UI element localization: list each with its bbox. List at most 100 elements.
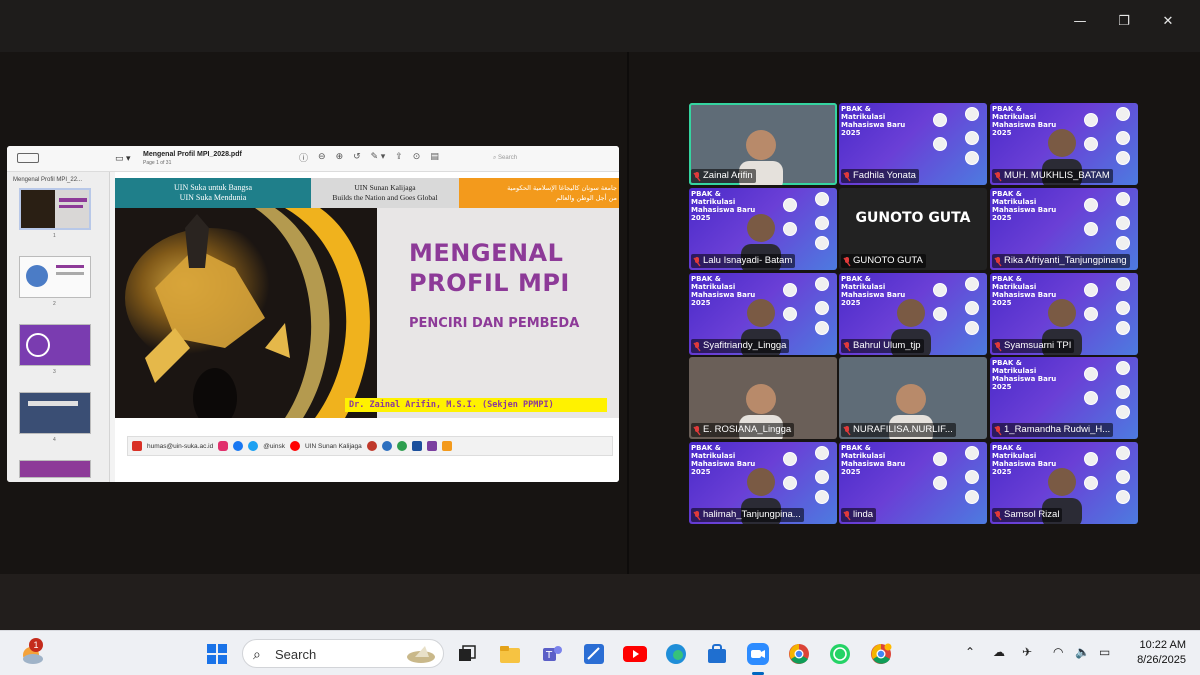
portrait-thumb xyxy=(965,470,979,484)
thumbnail-page-4[interactable] xyxy=(19,392,91,434)
minimize-button[interactable]: — xyxy=(1058,10,1102,32)
show-hidden-icons-button[interactable]: ⌃ xyxy=(965,645,975,659)
taskbar-search-box[interactable]: ⌕ Search xyxy=(242,639,444,668)
youtube-button[interactable] xyxy=(623,642,647,666)
muted-mic-icon xyxy=(994,425,1002,435)
participant-tile[interactable]: PBAK & Matrikulasi Mahasiswa Baru 2025 Sam… xyxy=(990,442,1138,524)
file-explorer-button[interactable] xyxy=(498,642,522,666)
task-view-button[interactable] xyxy=(455,642,479,666)
background-portraits xyxy=(1066,361,1134,419)
thumbnail-number: 3 xyxy=(53,369,56,375)
store-button[interactable] xyxy=(705,642,729,666)
muted-mic-icon xyxy=(994,171,1002,181)
slide-artwork xyxy=(115,208,377,418)
portrait-thumb xyxy=(933,452,947,466)
whatsapp-button[interactable] xyxy=(828,642,852,666)
teams-icon: T xyxy=(543,646,562,661)
zoom-button[interactable] xyxy=(746,642,770,666)
edge-icon xyxy=(666,644,686,664)
participant-tile[interactable]: PBAK & Matrikulasi Mahasiswa Baru 2025 Bah… xyxy=(839,273,987,355)
volume-icon[interactable]: 🔈 xyxy=(1075,645,1090,659)
taskbar-clock[interactable]: 10:22 AM 8/26/2025 xyxy=(1137,638,1186,668)
portrait-thumb xyxy=(965,277,979,291)
slide-author: Dr. Zainal Arifin, M.S.I. (Sekjen PPMPI) xyxy=(345,398,607,412)
portrait-thumb xyxy=(1116,405,1130,419)
thumbnail-page-3[interactable] xyxy=(19,324,91,366)
participant-tile[interactable]: PBAK & Matrikulasi Mahasiswa Baru 2025 Rik… xyxy=(990,188,1138,270)
participant-tile[interactable]: PBAK & Matrikulasi Mahasiswa Baru 2025 hal… xyxy=(689,442,837,524)
page-view-icon[interactable]: ▭ ▾ xyxy=(115,153,131,164)
chrome-icon xyxy=(789,644,809,664)
participant-tile[interactable]: NURAFILISA.NURLIF... xyxy=(839,357,987,439)
app-button[interactable] xyxy=(582,642,606,666)
participant-tile[interactable]: PBAK & Matrikulasi Mahasiswa Baru 2025 MUH… xyxy=(990,103,1138,185)
participant-tile[interactable]: E. ROSIANA_Lingga xyxy=(689,357,837,439)
participant-tile[interactable]: Zainal Arifin xyxy=(689,103,837,185)
close-button[interactable]: ✕ xyxy=(1146,10,1190,32)
participant-name-label: Rika Afriyanti_Tanjungpinang xyxy=(992,254,1130,268)
portrait-thumb xyxy=(1116,321,1130,335)
stage-divider[interactable] xyxy=(627,52,629,574)
restore-button[interactable]: ❐ xyxy=(1102,10,1146,32)
share-icon[interactable]: ⇪ xyxy=(395,151,403,164)
portrait-thumb xyxy=(1084,222,1098,236)
onedrive-icon[interactable]: ☁ xyxy=(993,645,1005,659)
facebook-icon xyxy=(233,441,244,451)
thumbnail-page-1[interactable] xyxy=(19,188,91,230)
participant-tile[interactable]: PBAK & Matrikulasi Mahasiswa Baru 2025 Sya… xyxy=(689,273,837,355)
participant-tile[interactable]: PBAK & Matrikulasi Mahasiswa Baru 2025 Fad… xyxy=(839,103,987,185)
language-icon[interactable]: ✈ xyxy=(1022,645,1032,659)
participant-name-label: Samsol Rizal xyxy=(992,508,1063,522)
chrome-profile-button[interactable] xyxy=(869,642,893,666)
teams-button[interactable]: T xyxy=(540,642,564,666)
participant-name-label: E. ROSIANA_Lingga xyxy=(691,423,795,437)
portrait-thumb xyxy=(965,301,979,315)
meeting-bottom-area xyxy=(0,574,1200,630)
muted-mic-icon xyxy=(843,425,851,435)
zoom-in-icon[interactable]: ⊕ xyxy=(336,151,344,164)
portrait-thumb xyxy=(815,216,829,230)
portrait-thumb xyxy=(965,151,979,165)
info-icon[interactable]: ⓘ xyxy=(299,151,308,164)
thumbnail-page-5[interactable] xyxy=(19,460,91,478)
participant-tile[interactable]: PBAK & Matrikulasi Mahasiswa Baru 2025 1_R… xyxy=(990,357,1138,439)
virtual-background-card: PBAK & Matrikulasi Mahasiswa Baru 2025 xyxy=(841,105,906,137)
portrait-thumb xyxy=(1116,107,1130,121)
pdf-thumbnail-sidebar: Mengenal Profil MPI_22... 1 2 3 4 xyxy=(7,172,110,482)
participant-tile[interactable]: GUNOTO GUTA GUNOTO GUTA xyxy=(839,188,987,270)
virtual-background-card: PBAK & Matrikulasi Mahasiswa Baru 2025 xyxy=(992,190,1057,222)
participant-video-grid: Zainal Arifin PBAK & Matrikulasi Mahasiswa… xyxy=(689,103,1141,525)
muted-mic-icon xyxy=(994,341,1002,351)
participant-tile[interactable]: PBAK & Matrikulasi Mahasiswa Baru 2025 Sya… xyxy=(990,273,1138,355)
portrait-thumb xyxy=(1116,236,1130,250)
participant-name-label: MUH. MUKHLIS_BATAM xyxy=(992,169,1113,183)
shared-screen-pdf-viewer: ▭ ▾ Mengenal Profil MPI_2028.pdf Page 1 … xyxy=(7,146,619,482)
participant-name-label: NURAFILISA.NURLIF... xyxy=(841,423,956,437)
zoom-out-icon[interactable]: ⊖ xyxy=(318,151,326,164)
partner-logo-icon xyxy=(441,441,452,451)
battery-icon[interactable]: ▭ xyxy=(1099,645,1110,659)
wifi-icon[interactable]: ◠ xyxy=(1053,645,1063,659)
muted-mic-icon xyxy=(843,171,851,181)
sidebar-toggle-button[interactable] xyxy=(17,153,39,163)
start-button[interactable] xyxy=(205,642,229,666)
youtube-icon xyxy=(290,441,300,451)
search-highlight-icon xyxy=(407,646,435,663)
muted-mic-icon xyxy=(843,510,851,520)
thumbnail-page-2[interactable] xyxy=(19,256,91,298)
rotate-icon[interactable]: ↺ xyxy=(353,151,361,164)
partner-logo-icon xyxy=(426,441,437,451)
virtual-background-card: PBAK & Matrikulasi Mahasiswa Baru 2025 xyxy=(841,444,906,476)
sidebar-title: Mengenal Profil MPI_22... xyxy=(13,177,83,183)
participant-tile[interactable]: PBAK & Matrikulasi Mahasiswa Baru 2025 Lal… xyxy=(689,188,837,270)
participant-tile[interactable]: PBAK & Matrikulasi Mahasiswa Baru 2025 lin… xyxy=(839,442,987,524)
portrait-thumb xyxy=(965,446,979,460)
annotate-icon[interactable]: ⊙ xyxy=(413,151,421,164)
clock-date: 8/26/2025 xyxy=(1137,654,1186,666)
chrome-button[interactable] xyxy=(787,642,811,666)
markup-icon[interactable]: ✎ ▾ xyxy=(371,151,386,164)
edge-button[interactable] xyxy=(664,642,688,666)
pdf-search-input[interactable]: ⌕ Search xyxy=(489,152,601,166)
form-icon[interactable]: ▤ xyxy=(430,151,439,164)
weather-badge: 1 xyxy=(29,638,43,652)
